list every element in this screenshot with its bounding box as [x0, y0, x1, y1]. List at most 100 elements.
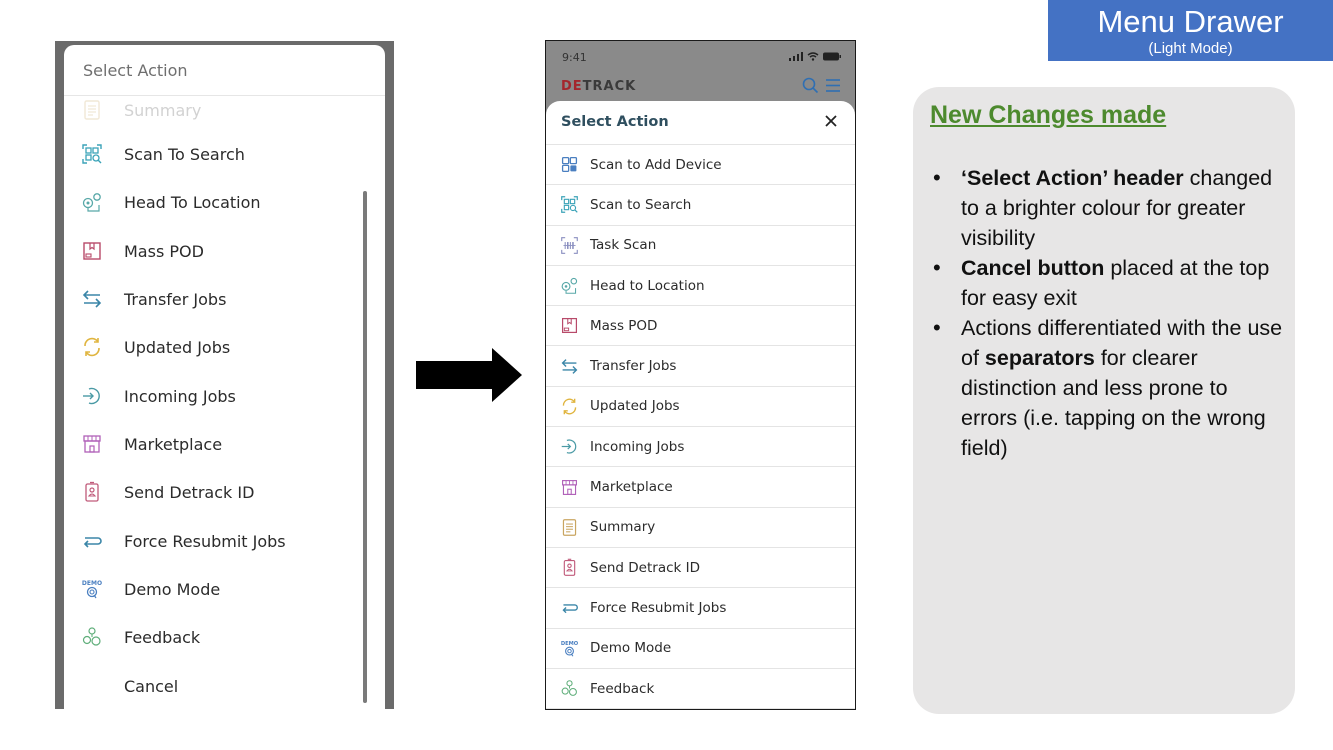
new-drawer-screenshot: 9:41 DETRACK Select Action Scan to Add D…: [545, 40, 856, 710]
old-action-scan-to-search[interactable]: Scan To Search: [64, 134, 364, 174]
old-drawer-screenshot: Select Action Summary Scan To Search Head …: [55, 41, 394, 709]
location-icon: [82, 193, 101, 212]
old-action-transfer-jobs[interactable]: Transfer Jobs: [64, 279, 364, 319]
scan-search-icon: [561, 196, 578, 214]
action-scan-to-add-device[interactable]: Scan to Add Device: [546, 145, 855, 186]
action-label: Summary: [124, 100, 202, 120]
change-item: Actions differentiated with the use of s…: [933, 313, 1283, 463]
action-label: Mass POD: [124, 241, 204, 261]
old-action-summary[interactable]: Summary: [64, 96, 364, 130]
action-updated-jobs[interactable]: Updated Jobs: [546, 387, 855, 428]
demo-icon: DEMO: [561, 641, 579, 657]
action-label: Updated Jobs: [590, 398, 680, 415]
changes-notes-panel: New Changes made ‘Select Action’ header …: [913, 87, 1295, 714]
changes-list: ‘Select Action’ header changed to a brig…: [933, 163, 1283, 463]
action-scan-to-search[interactable]: Scan to Search: [546, 185, 855, 226]
new-action-sheet: Select Action Scan to Add Device Scan to …: [546, 101, 855, 709]
old-action-cancel[interactable]: Cancel: [64, 666, 364, 706]
title-badge: Menu Drawer (Light Mode): [1048, 0, 1333, 61]
close-icon[interactable]: [823, 113, 839, 129]
old-action-demo-mode[interactable]: DEMO Demo Mode: [64, 569, 364, 609]
feedback-icon: [561, 680, 577, 696]
action-demo-mode[interactable]: DEMO Demo Mode: [546, 629, 855, 669]
old-action-feedback[interactable]: Feedback: [64, 617, 364, 657]
store-icon: [562, 479, 577, 495]
action-send-detrack-id[interactable]: Send Detrack ID: [546, 548, 855, 589]
old-action-sheet: Select Action Summary Scan To Search Head …: [64, 45, 385, 709]
action-force-resubmit-jobs[interactable]: Force Resubmit Jobs: [546, 588, 855, 629]
action-label: Force Resubmit Jobs: [590, 599, 727, 616]
mass-pod-icon: [561, 318, 578, 334]
summary-icon: [562, 518, 577, 536]
action-label: Scan to Add Device: [590, 156, 722, 173]
transfer-icon: [82, 290, 102, 308]
old-action-updated-jobs[interactable]: Updated Jobs: [64, 327, 364, 367]
refresh-icon: [84, 337, 100, 357]
old-action-list: Summary Scan To Search Head To Location Mas…: [64, 96, 385, 709]
old-sheet-header: Select Action: [64, 45, 385, 96]
scan-search-icon: [82, 144, 102, 164]
old-action-incoming-jobs[interactable]: Incoming Jobs: [64, 376, 364, 416]
old-action-mass-pod[interactable]: Mass POD: [64, 231, 364, 271]
detrack-logo: DETRACK: [561, 79, 637, 94]
action-label: Incoming Jobs: [590, 438, 685, 455]
action-incoming-jobs[interactable]: Incoming Jobs: [546, 427, 855, 468]
change-item: Cancel button placed at the top for easy…: [933, 253, 1283, 313]
slide-subtitle: (Light Mode): [1148, 40, 1233, 57]
wifi-icon: [807, 52, 819, 61]
status-bar: 9:41: [546, 41, 855, 73]
action-label: Scan To Search: [124, 144, 245, 164]
action-marketplace[interactable]: Marketplace: [546, 467, 855, 508]
new-action-list: Scan to Add Device Scan to Search Task Sca…: [546, 145, 855, 709]
action-summary[interactable]: Summary: [546, 508, 855, 548]
new-sheet-header: Select Action: [546, 101, 855, 145]
old-action-head-to-location[interactable]: Head To Location: [64, 182, 364, 222]
refresh-icon: [562, 398, 577, 415]
action-task-scan[interactable]: Task Scan: [546, 226, 855, 266]
old-action-send-detrack-id[interactable]: Send Detrack ID: [64, 472, 364, 512]
scan-add-icon: [561, 157, 578, 173]
action-label: Task Scan: [590, 237, 657, 254]
action-label: Marketplace: [590, 479, 673, 496]
svg-text:DEMO: DEMO: [82, 580, 102, 587]
incoming-icon: [561, 439, 577, 454]
signal-icon: [789, 52, 803, 61]
sheet-title: Select Action: [561, 114, 669, 130]
action-label: Feedback: [124, 627, 201, 647]
action-label: Feedback: [590, 680, 655, 697]
action-head-to-location[interactable]: Head to Location: [546, 266, 855, 307]
id-badge-icon: [85, 481, 99, 502]
change-item: ‘Select Action’ header changed to a brig…: [933, 163, 1283, 253]
resubmit-icon: [83, 537, 102, 548]
battery-icon: [823, 52, 841, 61]
old-scrollbar[interactable]: [363, 191, 367, 703]
id-badge-icon: [563, 558, 576, 576]
action-feedback[interactable]: Feedback: [546, 669, 855, 709]
action-label: Scan to Search: [590, 196, 692, 213]
old-action-force-resubmit-jobs[interactable]: Force Resubmit Jobs: [64, 521, 364, 561]
hamburger-menu-icon[interactable]: [825, 77, 841, 94]
store-icon: [83, 435, 101, 453]
action-label: Demo Mode: [590, 640, 672, 657]
transfer-icon: [561, 358, 578, 374]
action-label: Marketplace: [124, 434, 223, 454]
search-icon[interactable]: [802, 77, 819, 94]
action-label: Force Resubmit Jobs: [124, 531, 286, 551]
action-label: Transfer Jobs: [124, 289, 227, 309]
demo-icon: DEMO: [82, 580, 102, 599]
action-label: Demo Mode: [124, 579, 221, 599]
right-arrow-icon: [416, 348, 522, 402]
action-transfer-jobs[interactable]: Transfer Jobs: [546, 346, 855, 387]
incoming-icon: [83, 387, 100, 405]
svg-text:DEMO: DEMO: [561, 641, 579, 647]
resubmit-icon: [562, 604, 578, 614]
slide-title: Menu Drawer: [1097, 4, 1284, 39]
summary-icon: [84, 100, 100, 120]
action-mass-pod[interactable]: Mass POD: [546, 306, 855, 347]
action-label: Incoming Jobs: [124, 386, 236, 406]
action-label: Head To Location: [124, 192, 261, 212]
notes-title: New Changes made: [930, 101, 1167, 129]
old-action-marketplace[interactable]: Marketplace: [64, 424, 364, 464]
action-label: Mass POD: [590, 317, 658, 334]
app-bar: DETRACK: [546, 73, 855, 101]
